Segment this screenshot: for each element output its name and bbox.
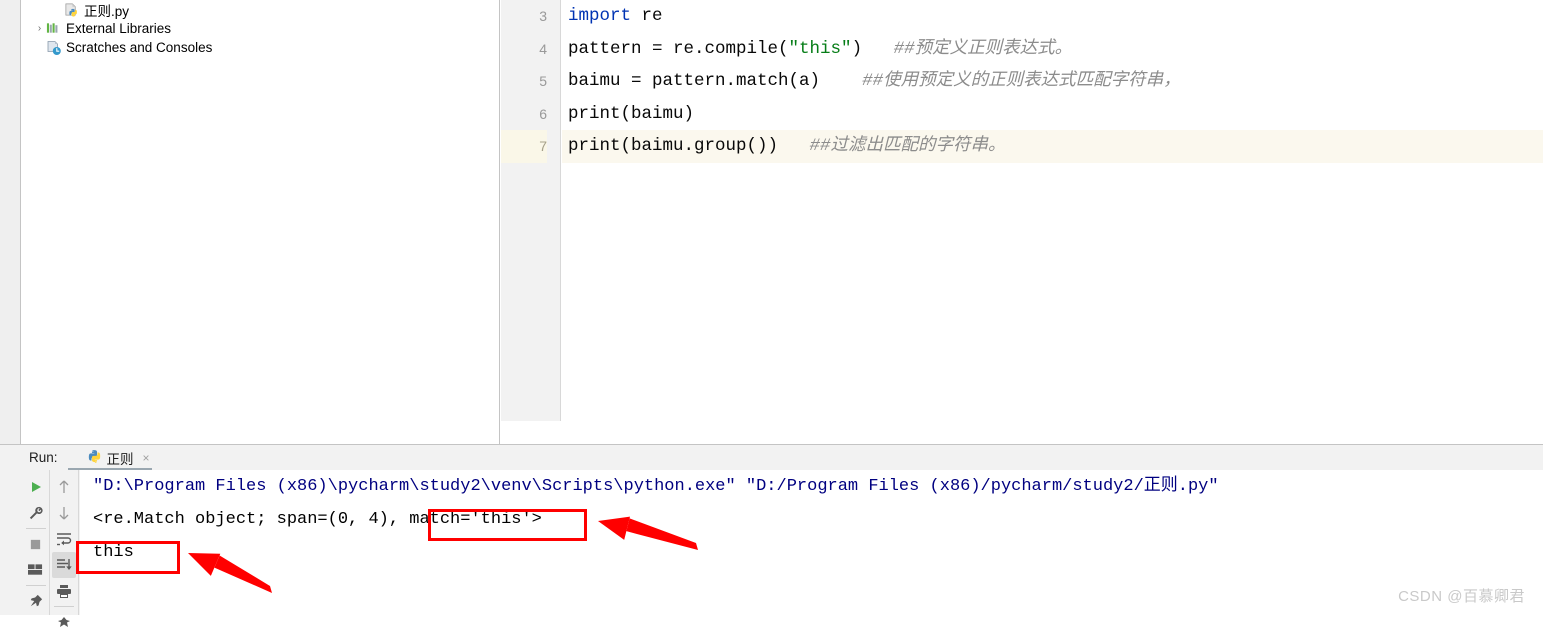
code-token-plain: )	[851, 38, 894, 59]
run-console-output[interactable]: "D:\Program Files (x86)\pycharm\study2\v…	[80, 470, 1543, 615]
line-number: 7	[501, 130, 547, 163]
code-token-kw: import	[568, 6, 632, 26]
rerun-button[interactable]	[24, 474, 48, 500]
code-token-plain: baimu = pattern.match(a)	[568, 71, 863, 92]
stop-button[interactable]	[24, 531, 48, 557]
run-toolbar-primary	[22, 470, 50, 615]
arrow-down-icon[interactable]	[52, 500, 76, 526]
pin-icon[interactable]	[24, 588, 48, 614]
code-token-com: ##过滤出匹配的字符串。	[809, 136, 1006, 157]
code-line-text: print(baimu.group()) ##过滤出匹配的字符串。	[562, 130, 1543, 163]
code-editor[interactable]: import re pattern = re.compile("this") ##…	[501, 0, 1543, 421]
external-libraries-icon	[46, 21, 63, 37]
tree-item-2[interactable]: Scratches and Consoles	[22, 38, 499, 57]
toolbar-separator	[54, 606, 74, 607]
more-icon[interactable]	[52, 609, 76, 635]
console-line: this	[93, 543, 134, 562]
scroll-end-icon[interactable]	[52, 552, 76, 578]
run-tool-window: Run: 正则 × "D:\Program Files (x86)\pychar…	[0, 445, 1543, 627]
run-tab-title: 正则	[106, 451, 134, 467]
layout-icon[interactable]	[24, 557, 48, 583]
tree-item-label: External Libraries	[66, 21, 172, 36]
python-file-icon	[64, 2, 81, 18]
project-tree-panel: 正则.py › External Libraries Scratches and Co…	[22, 0, 500, 444]
line-number: 4	[539, 40, 547, 57]
soft-wrap-icon[interactable]	[52, 526, 76, 552]
code-line[interactable]: import re	[562, 0, 1543, 33]
code-token-com: ##预定义正则表达式。	[893, 38, 1073, 59]
line-number: 6	[539, 105, 547, 122]
editor-code-area[interactable]: import re pattern = re.compile("this") ##…	[562, 0, 1543, 421]
run-header: Run: 正则 ×	[0, 445, 1543, 470]
tree-item-1[interactable]: › External Libraries	[22, 19, 499, 38]
code-line-text: print(baimu)	[562, 98, 1543, 131]
toolbar-separator	[25, 528, 46, 529]
run-label: Run:	[29, 450, 58, 465]
code-token-com: ##使用预定义的正则表达式匹配字符串，	[862, 71, 1181, 92]
chevron-right-icon[interactable]: ›	[33, 23, 46, 34]
console-line: "D:\Program Files (x86)\pycharm\study2\v…	[93, 477, 1219, 496]
watermark: CSDN @百慕卿君	[1398, 588, 1525, 605]
code-line[interactable]: pattern = re.compile("this") ##预定义正则表达式。	[562, 33, 1543, 66]
code-line-text: import re	[562, 0, 1543, 33]
code-line[interactable]: print(baimu)	[562, 98, 1543, 131]
run-tab[interactable]: 正则 ×	[83, 445, 154, 470]
editor-bottom-gap	[501, 421, 1543, 444]
line-number: 3	[539, 8, 547, 24]
code-line[interactable]: print(baimu.group()) ##过滤出匹配的字符串。	[562, 130, 1543, 163]
console-line: <re.Match object; span=(0, 4), match='th…	[93, 510, 542, 529]
arrow-up-icon[interactable]	[52, 474, 76, 500]
code-token-plain: print(baimu.group())	[568, 136, 810, 157]
code-line-text: baimu = pattern.match(a) ##使用预定义的正则表达式匹配…	[562, 65, 1543, 98]
scratches-consoles-icon	[46, 40, 63, 56]
code-token-plain: pattern = re.compile(	[568, 38, 789, 59]
left-tool-strip	[0, 0, 21, 444]
wrench-icon[interactable]	[24, 500, 48, 526]
tree-item-label: Scratches and Consoles	[66, 40, 213, 55]
run-toolbar-secondary	[50, 470, 79, 627]
python-icon	[87, 449, 102, 467]
line-number: 5	[539, 73, 547, 90]
code-token-plain: print(baimu)	[568, 103, 695, 124]
code-line-text: pattern = re.compile("this") ##预定义正则表达式。	[562, 33, 1543, 66]
code-token-plain: re	[631, 6, 663, 26]
code-line[interactable]: baimu = pattern.match(a) ##使用预定义的正则表达式匹配…	[562, 65, 1543, 98]
code-token-str: "this"	[788, 38, 852, 59]
tree-item-0[interactable]: 正则.py	[22, 0, 499, 19]
tree-item-label: 正则.py	[84, 3, 130, 19]
close-icon[interactable]: ×	[143, 452, 150, 464]
toolbar-separator	[25, 585, 46, 586]
printer-icon[interactable]	[52, 578, 76, 604]
